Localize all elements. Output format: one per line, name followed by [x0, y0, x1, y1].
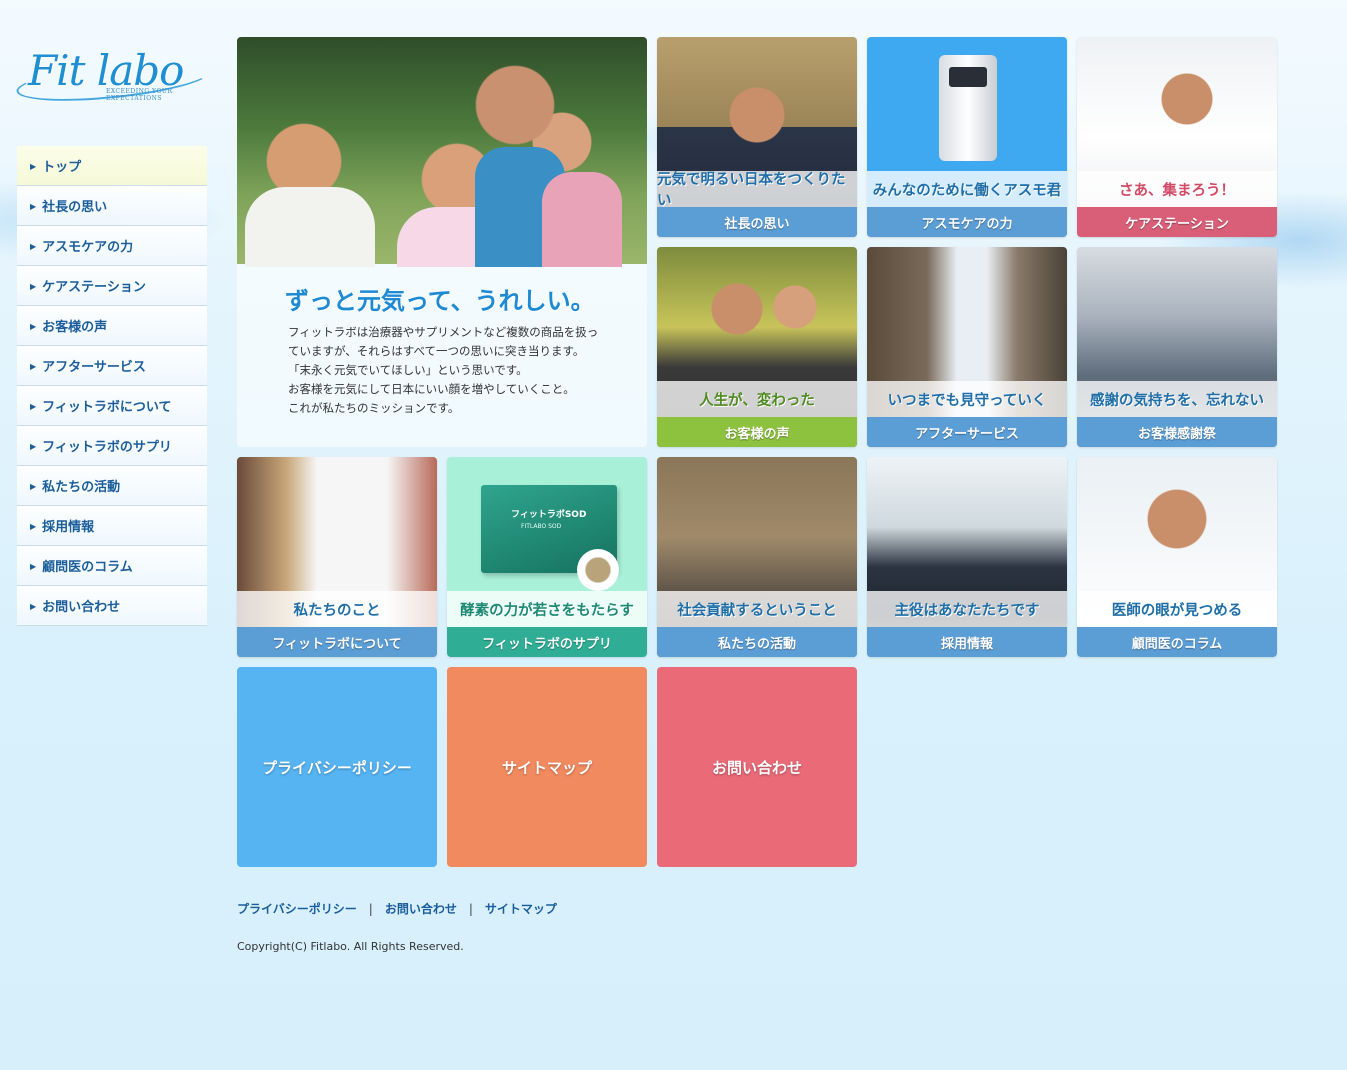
tile-asmocare[interactable]: みんなのために働くアスモ君 アスモケアの力: [867, 37, 1067, 237]
triangle-right-icon: ▶: [30, 160, 37, 171]
tile-caption: 私たちのこと: [237, 591, 437, 627]
sidebar-item-label: 顧問医のコラム: [42, 560, 133, 575]
triangle-right-icon: ▶: [30, 320, 37, 331]
triangle-right-icon: ▶: [30, 200, 37, 211]
tile-care-station[interactable]: さあ、集まろう！ ケアステーション: [1077, 37, 1277, 237]
hero-body: フィットラボは治療器やサプリメントなど複数の商品を扱っ ていますが、それらはすべ…: [288, 323, 618, 418]
triangle-right-icon: ▶: [30, 440, 37, 451]
tile-caption: 感謝の気持ちを、忘れない: [1077, 381, 1277, 417]
hero-title: ずっと元気って、うれしい。: [285, 286, 595, 315]
tile-appreciation[interactable]: 感謝の気持ちを、忘れない お客様感謝祭: [1077, 247, 1277, 447]
contact-button[interactable]: お問い合わせ: [657, 667, 857, 867]
tile-label: お客様の声: [657, 417, 857, 447]
triangle-right-icon: ▶: [30, 360, 37, 371]
sidebar-item-label: 社長の思い: [42, 200, 108, 215]
sidebar-item-recruit[interactable]: ▶ 採用情報: [17, 506, 207, 546]
sidebar-item-label: 私たちの活動: [42, 480, 121, 495]
triangle-right-icon: ▶: [30, 480, 37, 491]
tile-label: お客様感謝祭: [1077, 417, 1277, 447]
hero-panel: ずっと元気って、うれしい。 フィットラボは治療器やサプリメントなど複数の商品を扱…: [237, 37, 647, 447]
triangle-right-icon: ▶: [30, 560, 37, 571]
footer-link-contact[interactable]: お問い合わせ: [385, 900, 457, 917]
tile-supplement[interactable]: フィットラボSOD FITLABO SOD 酵素の力が若さをもたらす フィットラ…: [447, 457, 647, 657]
sidebar-item-label: ケアステーション: [42, 280, 146, 295]
triangle-right-icon: ▶: [30, 520, 37, 531]
sidebar-item-supplement[interactable]: ▶ フィットラボのサプリ: [17, 426, 207, 466]
tile-president[interactable]: 元気で明るい日本をつくりたい 社長の思い: [657, 37, 857, 237]
sidebar-item-top[interactable]: ▶ トップ: [17, 146, 207, 186]
sidebar-item-voices[interactable]: ▶ お客様の声: [17, 306, 207, 346]
hero-body-line: これが私たちのミッションです。: [288, 401, 460, 415]
sidebar-item-label: トップ: [42, 160, 82, 175]
sidebar-item-label: アスモケアの力: [42, 240, 134, 255]
sidebar-item-label: アフターサービス: [42, 360, 146, 375]
logo-tagline: EXCEEDING YOUR EXPECTATIONS: [106, 88, 173, 102]
footer-links: プライバシーポリシー | お問い合わせ | サイトマップ: [237, 900, 557, 917]
footer-link-privacy[interactable]: プライバシーポリシー: [237, 900, 357, 917]
sidebar-item-after-service[interactable]: ▶ アフターサービス: [17, 346, 207, 386]
sidebar-item-label: お問い合わせ: [42, 600, 121, 615]
sidebar-item-label: お客様の声: [42, 320, 108, 335]
sidebar-item-doctor-column[interactable]: ▶ 顧問医のコラム: [17, 546, 207, 586]
tile-label: ケアステーション: [1077, 207, 1277, 237]
product-subname: FITLABO SOD: [521, 523, 562, 530]
tile-caption: みんなのために働くアスモ君: [867, 171, 1067, 207]
tile-label: アフターサービス: [867, 417, 1067, 447]
triangle-right-icon: ▶: [30, 400, 37, 411]
hero-body-line: 「末永く元気でいてほしい」という思いです。: [288, 363, 528, 377]
site-logo[interactable]: Fit labo EXCEEDING YOUR EXPECTATIONS: [14, 44, 214, 109]
footer-link-sitemap[interactable]: サイトマップ: [485, 900, 557, 917]
privacy-policy-button[interactable]: プライバシーポリシー: [237, 667, 437, 867]
tile-caption: 主役はあなたたちです: [867, 591, 1067, 627]
side-navigation: ▶ トップ ▶ 社長の思い ▶ アスモケアの力 ▶ ケアステーション ▶ お客様の声 ▶ ア…: [17, 146, 207, 626]
tile-caption: 医師の眼が見つめる: [1077, 591, 1277, 627]
tile-doctor-column[interactable]: 医師の眼が見つめる 顧問医のコラム: [1077, 457, 1277, 657]
tile-label: 顧問医のコラム: [1077, 627, 1277, 657]
footer-separator: |: [468, 901, 473, 916]
sidebar-item-about[interactable]: ▶ フィットラボについて: [17, 386, 207, 426]
tile-after-service[interactable]: いつまでも見守っていく アフターサービス: [867, 247, 1067, 447]
tile-caption: さあ、集まろう！: [1077, 171, 1277, 207]
tile-label: アスモケアの力: [867, 207, 1067, 237]
sidebar-item-label: 採用情報: [42, 520, 95, 535]
tile-label: フィットラボについて: [237, 627, 437, 657]
tile-label: フィットラボのサプリ: [447, 627, 647, 657]
tile-about[interactable]: 私たちのこと フィットラボについて: [237, 457, 437, 657]
hero-body-line: フィットラボは治療器やサプリメントなど複数の商品を扱っ: [288, 325, 599, 339]
hero-body-line: ていますが、それらはすべて一つの思いに突き当ります。: [288, 344, 585, 358]
tile-label: 社長の思い: [657, 207, 857, 237]
triangle-right-icon: ▶: [30, 600, 37, 611]
tile-caption: 社会貢献するということ: [657, 591, 857, 627]
supplement-powder-icon: [577, 549, 619, 591]
triangle-right-icon: ▶: [30, 240, 37, 251]
sidebar-item-president[interactable]: ▶ 社長の思い: [17, 186, 207, 226]
product-name: フィットラボSOD: [511, 510, 587, 520]
tile-label: 採用情報: [867, 627, 1067, 657]
sidebar-item-care-station[interactable]: ▶ ケアステーション: [17, 266, 207, 306]
footer-separator: |: [368, 901, 373, 916]
sitemap-button[interactable]: サイトマップ: [447, 667, 647, 867]
tile-caption: 元気で明るい日本をつくりたい: [657, 171, 857, 209]
tile-caption: 人生が、変わった: [657, 381, 857, 417]
tile-activities[interactable]: 社会貢献するということ 私たちの活動: [657, 457, 857, 657]
tile-caption: 酵素の力が若さをもたらす: [447, 591, 647, 627]
sidebar-item-contact[interactable]: ▶ お問い合わせ: [17, 586, 207, 626]
hero-body-line: お客様を元気にして日本にいい顔を増やしていくこと。: [288, 382, 575, 396]
hero-family-photo: [237, 37, 647, 267]
tile-caption: いつまでも見守っていく: [867, 381, 1067, 417]
copyright: Copyright(C) Fitlabo. All Rights Reserve…: [237, 940, 464, 953]
tile-label: 私たちの活動: [657, 627, 857, 657]
sidebar-item-asmocare[interactable]: ▶ アスモケアの力: [17, 226, 207, 266]
sidebar-item-activities[interactable]: ▶ 私たちの活動: [17, 466, 207, 506]
sidebar-item-label: フィットラボのサプリ: [42, 440, 172, 455]
triangle-right-icon: ▶: [30, 280, 37, 291]
tile-recruit[interactable]: 主役はあなたたちです 採用情報: [867, 457, 1067, 657]
tile-customer-voices[interactable]: 人生が、変わった お客様の声: [657, 247, 857, 447]
sidebar-item-label: フィットラボについて: [42, 400, 172, 415]
